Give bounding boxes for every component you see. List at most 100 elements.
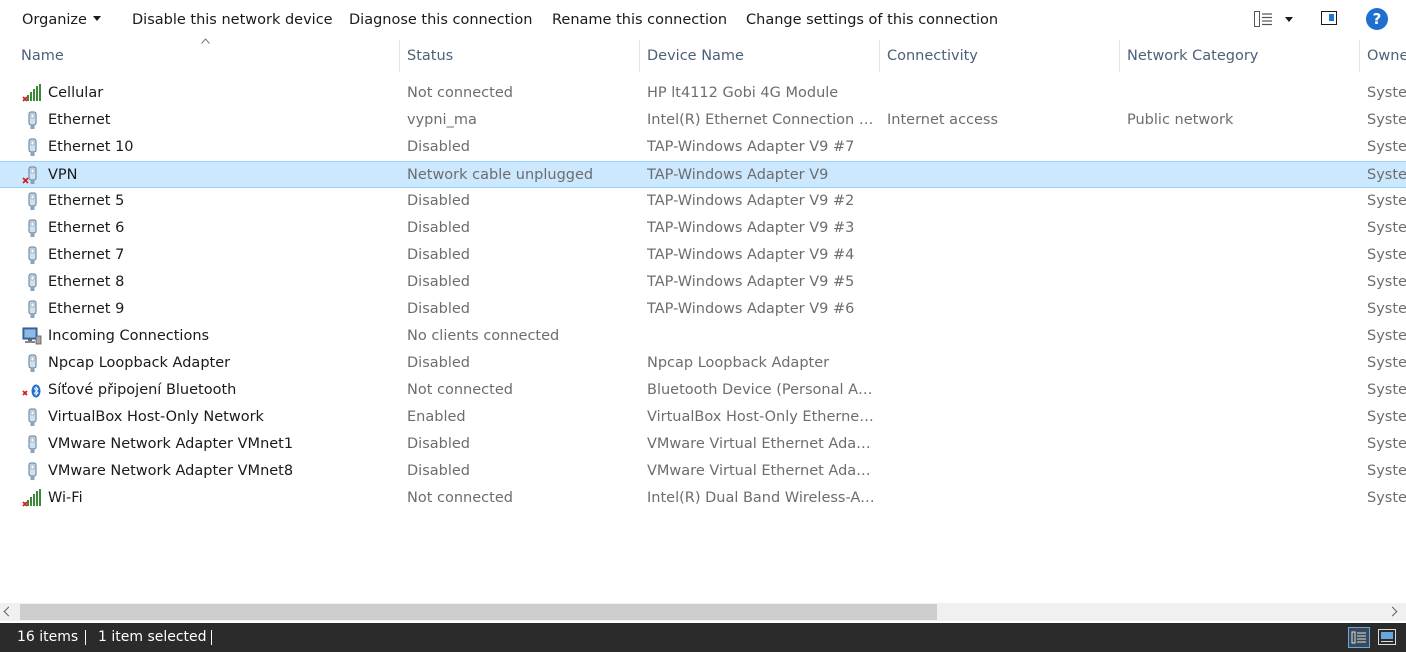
- cell-owner: Syster: [1367, 139, 1406, 155]
- table-row[interactable]: Ethernet 7 Disabled TAP-Windows Adapter V9…: [0, 242, 1406, 269]
- help-icon[interactable]: ?: [1366, 8, 1388, 30]
- cell-name: VMware Network Adapter VMnet1: [48, 436, 294, 452]
- cell-connectivity: [887, 269, 1112, 296]
- table-row[interactable]: Síťové připojení Bluetooth Not connected B…: [0, 377, 1406, 404]
- horizontal-scrollbar[interactable]: [0, 603, 1406, 621]
- cell-status: vypni_ma: [407, 112, 477, 128]
- cell-status: Not connected: [407, 382, 513, 398]
- table-row[interactable]: Ethernet 6 Disabled TAP-Windows Adapter V9…: [0, 215, 1406, 242]
- scroll-left-icon[interactable]: [3, 606, 14, 617]
- status-divider: [85, 630, 86, 645]
- cell-name: VirtualBox Host-Only Network: [48, 409, 264, 425]
- preview-pane-icon[interactable]: [1321, 11, 1337, 25]
- view-options-icon[interactable]: [1254, 11, 1272, 27]
- table-row[interactable]: VMware Network Adapter VMnet1 Disabled VMw…: [0, 431, 1406, 458]
- column-owner[interactable]: Owne: [1367, 40, 1406, 72]
- column-divider[interactable]: [399, 40, 400, 72]
- view-options-dropdown-icon[interactable]: [1285, 17, 1293, 22]
- ethernet-adapter-icon: [22, 219, 42, 238]
- column-connectivity[interactable]: Connectivity: [887, 40, 1112, 72]
- cell-owner: Syster: [1367, 247, 1406, 263]
- cell-owner: Syster: [1367, 355, 1406, 371]
- cell-owner: Syster: [1367, 463, 1406, 479]
- cell-network-category: [1127, 162, 1352, 189]
- cell-status: Disabled: [407, 301, 470, 317]
- column-status[interactable]: Status: [407, 40, 632, 72]
- cell-network-category: [1127, 485, 1352, 512]
- ethernet-adapter-icon: [22, 138, 42, 157]
- ethernet-adapter-icon: [22, 192, 42, 211]
- column-network-category[interactable]: Network Category: [1127, 40, 1352, 72]
- change-settings-button[interactable]: Change settings of this connection: [746, 10, 998, 30]
- cell-name: VPN: [48, 167, 78, 183]
- cell-connectivity: [887, 485, 1112, 512]
- cell-device-name: TAP-Windows Adapter V9 #5: [647, 274, 855, 290]
- cell-status: Disabled: [407, 274, 470, 290]
- cell-connectivity: [887, 377, 1112, 404]
- cell-device-name: VMware Virtual Ethernet Adapte...: [647, 436, 875, 452]
- table-row[interactable]: Incoming Connections No clients connected…: [0, 323, 1406, 350]
- scroll-right-icon[interactable]: [1387, 606, 1398, 617]
- cell-connectivity: [887, 323, 1112, 350]
- table-row[interactable]: Ethernet 9 Disabled TAP-Windows Adapter V9…: [0, 296, 1406, 323]
- table-row[interactable]: Wi-Fi Not connected Intel(R) Dual Band Wir…: [0, 485, 1406, 512]
- cell-owner: Syster: [1367, 220, 1406, 236]
- column-divider[interactable]: [639, 40, 640, 72]
- cell-owner: Syster: [1367, 85, 1406, 101]
- cell-owner: Syster: [1367, 382, 1406, 398]
- cell-connectivity: [887, 80, 1112, 107]
- table-row[interactable]: VirtualBox Host-Only Network Enabled Virtu…: [0, 404, 1406, 431]
- cell-name: Ethernet 8: [48, 274, 125, 290]
- cell-connectivity: [887, 296, 1112, 323]
- diagnose-connection-button[interactable]: Diagnose this connection: [349, 10, 532, 30]
- cell-status: Disabled: [407, 220, 470, 236]
- wifi-disconnected-icon: [22, 489, 42, 508]
- cell-connectivity: [887, 215, 1112, 242]
- details-view-icon[interactable]: [1348, 627, 1370, 648]
- cell-device-name: Bluetooth Device (Personal Area...: [647, 382, 875, 398]
- disable-device-button[interactable]: Disable this network device: [132, 10, 333, 30]
- cell-status: No clients connected: [407, 328, 560, 344]
- cell-connectivity: Internet access: [887, 112, 999, 128]
- table-row[interactable]: VPN Network cable unplugged TAP-Windows Ad…: [0, 161, 1406, 188]
- large-icons-view-icon[interactable]: [1378, 629, 1396, 645]
- column-divider[interactable]: [1359, 40, 1360, 72]
- status-divider: [211, 630, 212, 645]
- cell-name: Wi-Fi: [48, 490, 83, 506]
- cell-name: Ethernet 9: [48, 301, 125, 317]
- column-divider[interactable]: [879, 40, 880, 72]
- ethernet-adapter-icon: [22, 300, 42, 319]
- chevron-down-icon: [92, 15, 101, 21]
- table-row[interactable]: Ethernet 5 Disabled TAP-Windows Adapter V9…: [0, 188, 1406, 215]
- cell-connectivity: [887, 162, 1112, 189]
- cell-name: Incoming Connections: [48, 328, 210, 344]
- ethernet-adapter-icon: [22, 111, 42, 130]
- cell-network-category: [1127, 188, 1352, 215]
- table-row[interactable]: Ethernet vypni_ma Intel(R) Ethernet Connec…: [0, 107, 1406, 134]
- table-row[interactable]: Cellular Not connected HP lt4112 Gobi 4G M…: [0, 80, 1406, 107]
- table-row[interactable]: Ethernet 10 Disabled TAP-Windows Adapter V…: [0, 134, 1406, 161]
- organize-menu[interactable]: Organize: [22, 10, 101, 30]
- selection-count: 1 item selected: [98, 629, 207, 645]
- table-row[interactable]: Ethernet 8 Disabled TAP-Windows Adapter V9…: [0, 269, 1406, 296]
- cell-device-name: TAP-Windows Adapter V9: [647, 167, 829, 183]
- ethernet-adapter-icon: [22, 246, 42, 265]
- ethernet-adapter-icon: [22, 462, 42, 481]
- column-divider[interactable]: [1119, 40, 1120, 72]
- rename-connection-button[interactable]: Rename this connection: [552, 10, 727, 30]
- cell-device-name: TAP-Windows Adapter V9 #7: [647, 139, 855, 155]
- ethernet-adapter-icon: [22, 408, 42, 427]
- cell-network-category: Public network: [1127, 112, 1234, 128]
- cell-device-name: TAP-Windows Adapter V9 #6: [647, 301, 855, 317]
- table-row[interactable]: VMware Network Adapter VMnet8 Disabled VMw…: [0, 458, 1406, 485]
- cell-device-name: VMware Virtual Ethernet Adapte...: [647, 463, 875, 479]
- cell-status: Disabled: [407, 355, 470, 371]
- cell-name: Npcap Loopback Adapter: [48, 355, 231, 371]
- cell-name: Ethernet 7: [48, 247, 125, 263]
- cell-device-name: Npcap Loopback Adapter: [647, 355, 830, 371]
- scrollbar-thumb[interactable]: [20, 604, 937, 620]
- column-name[interactable]: Name: [21, 40, 391, 72]
- cell-network-category: [1127, 134, 1352, 161]
- column-device-name[interactable]: Device Name: [647, 40, 872, 72]
- table-row[interactable]: Npcap Loopback Adapter Disabled Npcap Loop…: [0, 350, 1406, 377]
